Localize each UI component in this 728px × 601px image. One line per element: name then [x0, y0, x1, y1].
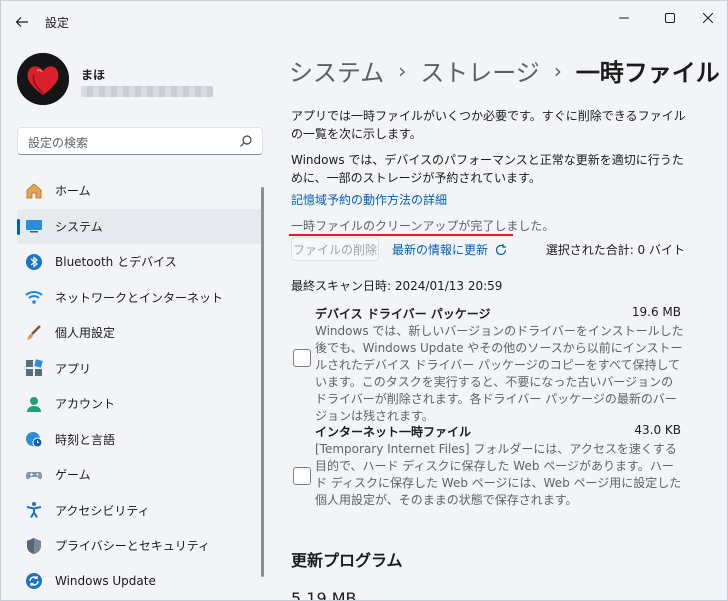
close-button[interactable] [685, 5, 727, 31]
nav-item-personalization[interactable]: 個人用設定 [17, 315, 263, 351]
brush-icon [27, 324, 41, 340]
selected-total: 選択された合計: 0 バイト [545, 243, 685, 257]
globe-clock-icon [26, 432, 43, 448]
settings-search-box[interactable]: 設定の検索 [17, 127, 263, 155]
breadcrumb-storage[interactable]: ストレージ [420, 53, 540, 88]
account-icon [27, 396, 41, 412]
refresh-label: 最新の情報に更新 [392, 243, 489, 257]
nav-item-home[interactable]: ホーム [17, 173, 263, 209]
nav-item-windows-update[interactable]: Windows Update [17, 564, 263, 600]
search-input[interactable]: 設定の検索 [28, 134, 88, 151]
item-description: [Temporary Internet Files] フォルダーには、アクセスを… [315, 442, 682, 507]
annotation-underline [289, 234, 513, 236]
nav-item-accounts[interactable]: アカウント [17, 386, 263, 422]
item-size: 43.0 KB [634, 423, 681, 437]
minimize-icon [619, 17, 629, 19]
nav-item-accessibility[interactable]: アクセシビリティ [17, 493, 263, 529]
breadcrumb-system[interactable]: システム [289, 53, 384, 88]
reserved-storage-link[interactable]: 記憶域予約の動作方法の詳細 [291, 191, 447, 208]
breadcrumb-separator: › [553, 58, 562, 83]
section-title-updates: 更新プログラム [291, 551, 403, 570]
maximize-icon [665, 13, 675, 23]
nav-label: 時刻と言語 [55, 432, 116, 447]
item-description: Windows では、新しいバージョンのドライバーをインストールした後でも、Wi… [315, 324, 684, 423]
bluetooth-icon [26, 253, 42, 270]
nav-item-network[interactable]: ネットワークとインターネット [17, 280, 263, 316]
home-icon [26, 183, 42, 199]
reserved-storage-text: Windows では、デバイスのパフォーマンスと正常な更新を適切に行うために、一… [291, 153, 684, 185]
nav-item-time-language[interactable]: 時刻と言語 [17, 422, 263, 458]
app-title: 設定 [45, 16, 70, 30]
back-button[interactable] [11, 11, 33, 33]
nav-item-gaming[interactable]: ゲーム [17, 457, 263, 493]
sidebar-scrollbar[interactable] [261, 187, 264, 577]
back-arrow-icon [15, 17, 28, 27]
gamepad-icon [25, 471, 43, 479]
shield-icon [27, 537, 41, 554]
nav-label: Windows Update [55, 574, 156, 589]
minimize-button[interactable] [601, 5, 647, 31]
refresh-icon [495, 243, 507, 255]
refresh-link[interactable]: 最新の情報に更新 [392, 241, 508, 258]
item-title: デバイス ドライバー パッケージ [315, 307, 491, 321]
user-email-blurred [81, 86, 213, 97]
item-checkbox[interactable] [293, 349, 311, 367]
system-icon [26, 220, 42, 233]
close-icon [703, 13, 713, 23]
nav-label: システム [55, 219, 103, 234]
delete-files-button[interactable]: ファイルの削除 [291, 237, 379, 261]
nav-item-privacy-security[interactable]: プライバシーとセキュリティ [17, 528, 263, 564]
avatar[interactable] [17, 53, 69, 105]
search-icon[interactable] [239, 134, 253, 148]
sidebar: まほ 設定の検索 ホーム システム Bluetooth とデバイス ネットワーク… [1, 41, 277, 600]
nav-item-apps[interactable]: アプリ [17, 351, 263, 387]
item-size: 19.6 MB [631, 305, 681, 319]
user-name: まほ [81, 68, 106, 82]
nav-label: プライバシーとセキュリティ [55, 539, 211, 554]
updates-size: 5.19 MB [291, 589, 357, 601]
last-scan-time: 最終スキャン日時: 2024/01/13 20:59 [291, 279, 503, 293]
settings-window: 設定 まほ 設定の検索 ホーム システム Bluetooth とデバイス ネット… [0, 0, 728, 601]
accessibility-icon [26, 502, 42, 519]
breadcrumb-separator: › [398, 58, 407, 83]
update-icon [26, 573, 42, 590]
nav-label: ゲーム [55, 468, 91, 483]
heart-icon [17, 53, 69, 105]
title-bar: 設定 [1, 1, 727, 41]
nav-label: Bluetooth とデバイス [55, 255, 177, 270]
intro-text: アプリでは一時ファイルがいくつか必要です。すぐに削除できるファイルの一覧を次に示… [291, 109, 686, 141]
nav-label: ネットワークとインターネット [55, 290, 224, 305]
wifi-icon [25, 291, 43, 305]
item-title: インターネット一時ファイル [315, 425, 472, 439]
nav-label: アプリ [55, 361, 92, 376]
item-checkbox[interactable] [293, 467, 311, 485]
nav-label: アカウント [55, 397, 116, 412]
nav-label: ホーム [55, 184, 91, 199]
nav-list: ホーム システム Bluetooth とデバイス ネットワークとインターネット … [17, 173, 263, 599]
breadcrumb: システム › ストレージ › 一時ファイル [289, 53, 720, 88]
nav-label: 個人用設定 [55, 326, 116, 341]
nav-label: アクセシビリティ [55, 503, 150, 518]
selection-indicator [17, 218, 20, 235]
nav-item-bluetooth[interactable]: Bluetooth とデバイス [17, 244, 263, 280]
page-title: 一時ファイル [575, 59, 720, 87]
apps-icon [26, 359, 43, 377]
cleanup-complete-message: 一時ファイルのクリーンアップが完了しました。 [291, 219, 555, 233]
main-content: システム › ストレージ › 一時ファイル アプリでは一時ファイルがいくつか必要… [277, 41, 727, 601]
nav-item-system[interactable]: システム [17, 208, 263, 244]
